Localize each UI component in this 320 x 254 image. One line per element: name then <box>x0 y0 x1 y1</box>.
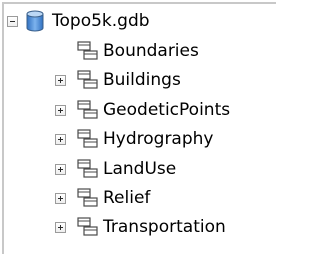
feature-dataset-icon <box>77 100 99 120</box>
expand-toggle-icon[interactable] <box>55 75 66 87</box>
tree-item-label[interactable]: Hydrography <box>103 129 213 149</box>
expand-toggle-icon[interactable] <box>55 104 66 116</box>
tree-item-label[interactable]: Buildings <box>103 70 181 90</box>
root-geodatabase-label[interactable]: Topo5k.gdb <box>52 11 150 31</box>
tree-item-label[interactable]: LandUse <box>103 159 176 179</box>
expand-toggle-icon[interactable] <box>55 222 66 234</box>
feature-dataset-icon <box>77 41 99 61</box>
feature-dataset-icon <box>77 70 99 90</box>
database-cylinder-icon <box>26 10 44 32</box>
expand-toggle-icon[interactable] <box>55 134 66 146</box>
tree-item-label[interactable]: Transportation <box>103 217 226 237</box>
feature-dataset-icon <box>77 217 99 237</box>
feature-dataset-icon <box>77 129 99 149</box>
collapse-toggle-icon[interactable] <box>7 16 18 27</box>
catalog-tree: Topo5k.gdb Boundaries Buildings Geodetic… <box>2 2 276 254</box>
expand-toggle-icon[interactable] <box>55 163 66 175</box>
feature-dataset-icon <box>77 158 99 179</box>
tree-item-label[interactable]: GeodeticPoints <box>103 100 230 120</box>
feature-dataset-icon <box>77 188 99 208</box>
tree-item-label[interactable]: Boundaries <box>103 41 199 61</box>
expand-toggle-icon[interactable] <box>55 193 66 204</box>
tree-item-label[interactable]: Relief <box>103 188 150 208</box>
